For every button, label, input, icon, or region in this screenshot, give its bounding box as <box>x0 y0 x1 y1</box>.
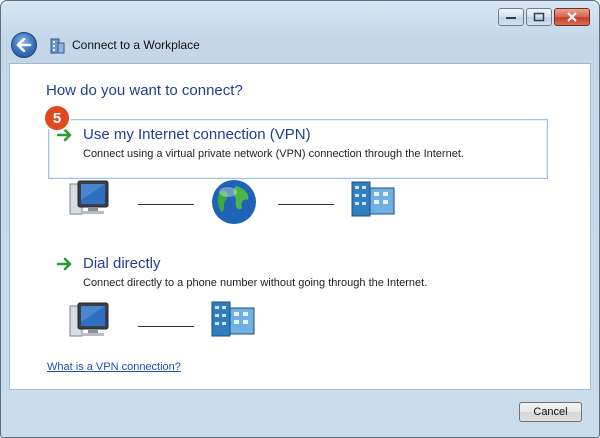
option-vpn-description: Connect using a virtual private network … <box>83 148 464 160</box>
window-title: Connect to a Workplace <box>72 38 200 52</box>
connection-line <box>138 204 194 205</box>
wizard-window: Connect to a Workplace How do you want t… <box>0 0 600 438</box>
minimize-icon <box>506 17 516 19</box>
computer-icon <box>69 180 109 215</box>
cancel-button[interactable]: Cancel <box>519 402 582 422</box>
step-badge: 5 <box>43 104 71 132</box>
page-heading: How do you want to connect? <box>46 82 243 99</box>
close-button[interactable] <box>554 8 590 26</box>
workplace-icon <box>50 38 65 54</box>
server-icon <box>211 301 255 337</box>
option-dial-description: Connect directly to a phone number witho… <box>83 277 428 289</box>
connection-line <box>278 204 334 205</box>
maximize-button[interactable] <box>526 8 552 26</box>
server-icon <box>351 181 395 217</box>
maximize-icon <box>533 12 545 22</box>
vpn-diagram <box>68 178 398 228</box>
dial-diagram <box>68 300 268 346</box>
green-arrow-icon <box>57 257 72 270</box>
minimize-button[interactable] <box>498 8 524 26</box>
connection-line <box>138 326 194 327</box>
option-dial-directly[interactable]: Dial directly Connect directly to a phon… <box>48 248 548 292</box>
option-dial-title: Dial directly <box>83 255 161 272</box>
vpn-help-link[interactable]: What is a VPN connection? <box>47 361 181 373</box>
globe-icon <box>212 180 256 224</box>
option-vpn-title: Use my Internet connection (VPN) <box>83 126 311 143</box>
computer-icon <box>69 302 109 337</box>
caption-buttons <box>498 8 590 26</box>
option-vpn[interactable]: Use my Internet connection (VPN) Connect… <box>48 119 548 179</box>
navigation-bar: Connect to a Workplace <box>11 31 200 59</box>
content-panel: How do you want to connect? Use my Inter… <box>9 63 591 390</box>
close-icon <box>567 12 577 22</box>
back-arrow-icon <box>16 38 32 52</box>
back-button[interactable] <box>11 32 37 58</box>
